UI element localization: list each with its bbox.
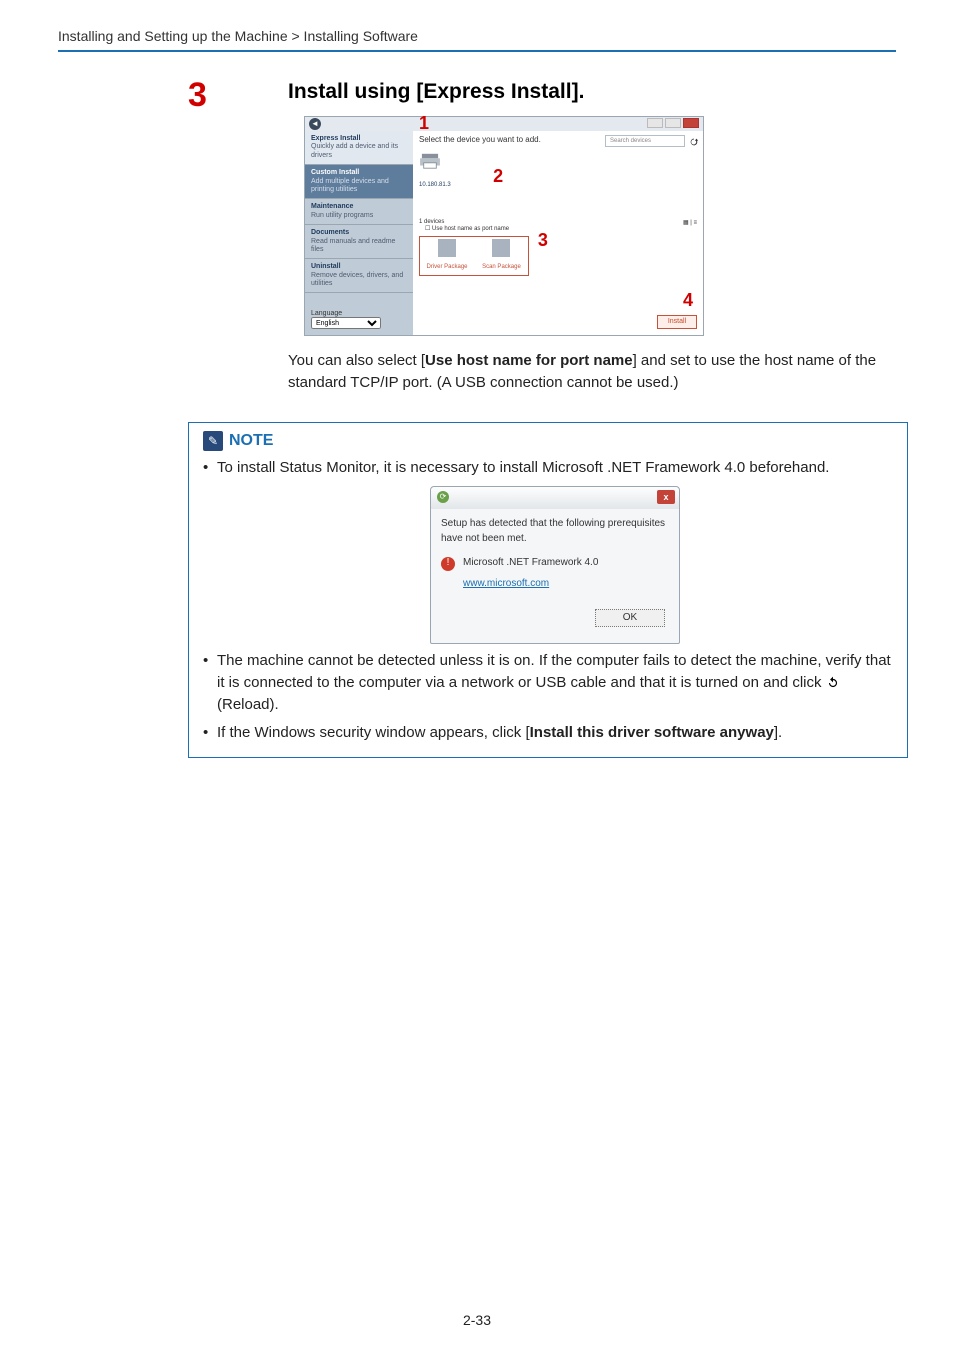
view-icons[interactable]: ▦ | ≡ xyxy=(683,219,697,226)
prereq-titlebar: ⟳ x xyxy=(431,487,679,509)
reload-icon[interactable] xyxy=(689,137,699,147)
sidebar-item-custom[interactable]: Custom InstallAdd multiple devices and p… xyxy=(305,165,413,199)
callout-number-2: 2 xyxy=(493,166,503,186)
breadcrumb: Installing and Setting up the Machine > … xyxy=(58,28,896,44)
ok-button[interactable]: OK xyxy=(595,609,665,627)
paragraph-hostname: You can also select [Use host name for p… xyxy=(288,350,908,394)
sidebar-item-documents[interactable]: DocumentsRead manuals and readme files xyxy=(305,225,413,259)
note-icon: ✎ xyxy=(203,431,223,451)
driver-package[interactable]: Driver Package xyxy=(422,239,472,270)
section-heading: Install using [Express Install]. xyxy=(288,80,908,104)
installer-dialog: ◄ 1 Express InstallQuickly add a device … xyxy=(304,116,704,336)
back-icon[interactable]: ◄ xyxy=(309,118,321,130)
step-number: 3 xyxy=(188,76,207,115)
reload-icon xyxy=(826,676,840,690)
callout-number-4: 4 xyxy=(683,290,693,311)
callout-number-3: 3 xyxy=(538,230,548,250)
microsoft-link[interactable]: www.microsoft.com xyxy=(463,577,549,592)
header-divider xyxy=(58,50,896,52)
note-item-1: To install Status Monitor, it is necessa… xyxy=(203,457,893,645)
prereq-app-icon: ⟳ xyxy=(437,491,449,503)
page-number: 2-33 xyxy=(0,1312,954,1328)
note-title: NOTE xyxy=(229,432,273,450)
window-controls[interactable] xyxy=(647,118,699,130)
install-button[interactable]: Install xyxy=(657,315,697,329)
scan-package[interactable]: Scan Package xyxy=(476,239,526,270)
note-item-2: The machine cannot be detected unless it… xyxy=(203,650,893,715)
device-item[interactable]: 10.180.81.3 2 xyxy=(419,152,465,191)
sidebar-item-uninstall[interactable]: UninstallRemove devices, drivers, and ut… xyxy=(305,259,413,293)
note-box: ✎ NOTE To install Status Monitor, it is … xyxy=(188,422,908,759)
alert-icon: ! xyxy=(441,557,455,571)
hostname-checkbox[interactable]: ☐ Use host name as port name xyxy=(425,225,703,232)
prereq-dialog: ⟳ x Setup has detected that the followin… xyxy=(430,486,680,644)
note-item-3: If the Windows security window appears, … xyxy=(203,722,893,744)
installer-titlebar: ◄ 1 xyxy=(305,117,703,131)
package-area: Driver Package Scan Package xyxy=(419,236,529,276)
sidebar-item-maintenance[interactable]: MaintenanceRun utility programs xyxy=(305,199,413,225)
installer-sidebar: Express InstallQuickly add a device and … xyxy=(305,131,413,335)
language-dropdown[interactable]: English xyxy=(311,317,381,329)
close-icon[interactable]: x xyxy=(657,490,675,504)
search-input[interactable]: Search devices xyxy=(605,135,685,147)
sidebar-item-express[interactable]: Express InstallQuickly add a device and … xyxy=(305,131,413,165)
prereq-message: Setup has detected that the following pr… xyxy=(441,517,669,546)
installer-main: Select the device you want to add. Searc… xyxy=(413,131,703,335)
language-selector[interactable]: Language English xyxy=(311,310,381,329)
prereq-item: Microsoft .NET Framework 4.0 xyxy=(463,556,598,571)
printer-icon xyxy=(419,152,441,170)
device-ip: 10.180.81.3 xyxy=(419,182,451,188)
